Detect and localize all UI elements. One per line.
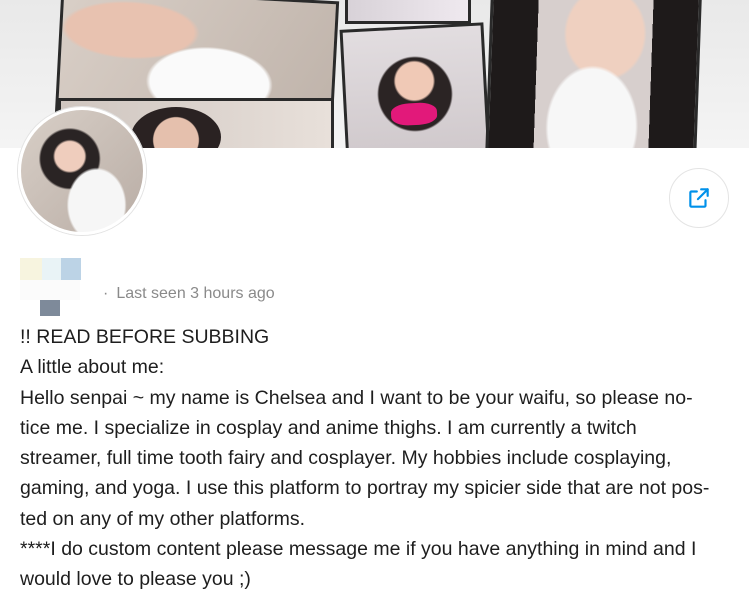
cover-photo-panel bbox=[339, 22, 491, 148]
cover-photo-panel bbox=[345, 0, 471, 24]
separator-dot: · bbox=[103, 285, 109, 302]
bio-line: ****I do custom content please message m… bbox=[20, 538, 697, 561]
bio-line: Hello senpai ~ my name is Chelsea and I … bbox=[20, 386, 693, 409]
last-seen-status: · Last seen 3 hours ago bbox=[103, 285, 275, 303]
profile-bio: !! READ BEFORE SUBBING A little about me… bbox=[20, 322, 732, 595]
bio-line: streamer, full time tooth fairy and cosp… bbox=[20, 447, 672, 470]
bio-line: tice me. I specialize in cosplay and ani… bbox=[20, 416, 637, 439]
bio-line: gaming, and yoga. I use this platform to… bbox=[20, 477, 710, 500]
avatar[interactable] bbox=[18, 107, 146, 235]
last-seen-text: Last seen 3 hours ago bbox=[116, 285, 275, 302]
bio-line: ted on any of my other platforms. bbox=[20, 507, 306, 530]
bio-line: !! READ BEFORE SUBBING bbox=[20, 326, 270, 348]
share-button[interactable] bbox=[669, 168, 729, 228]
share-icon bbox=[689, 188, 709, 208]
bio-line: would love to please you ;) bbox=[20, 568, 251, 591]
bio-line: A little about me: bbox=[20, 356, 165, 379]
cover-photo-panel bbox=[484, 0, 703, 148]
